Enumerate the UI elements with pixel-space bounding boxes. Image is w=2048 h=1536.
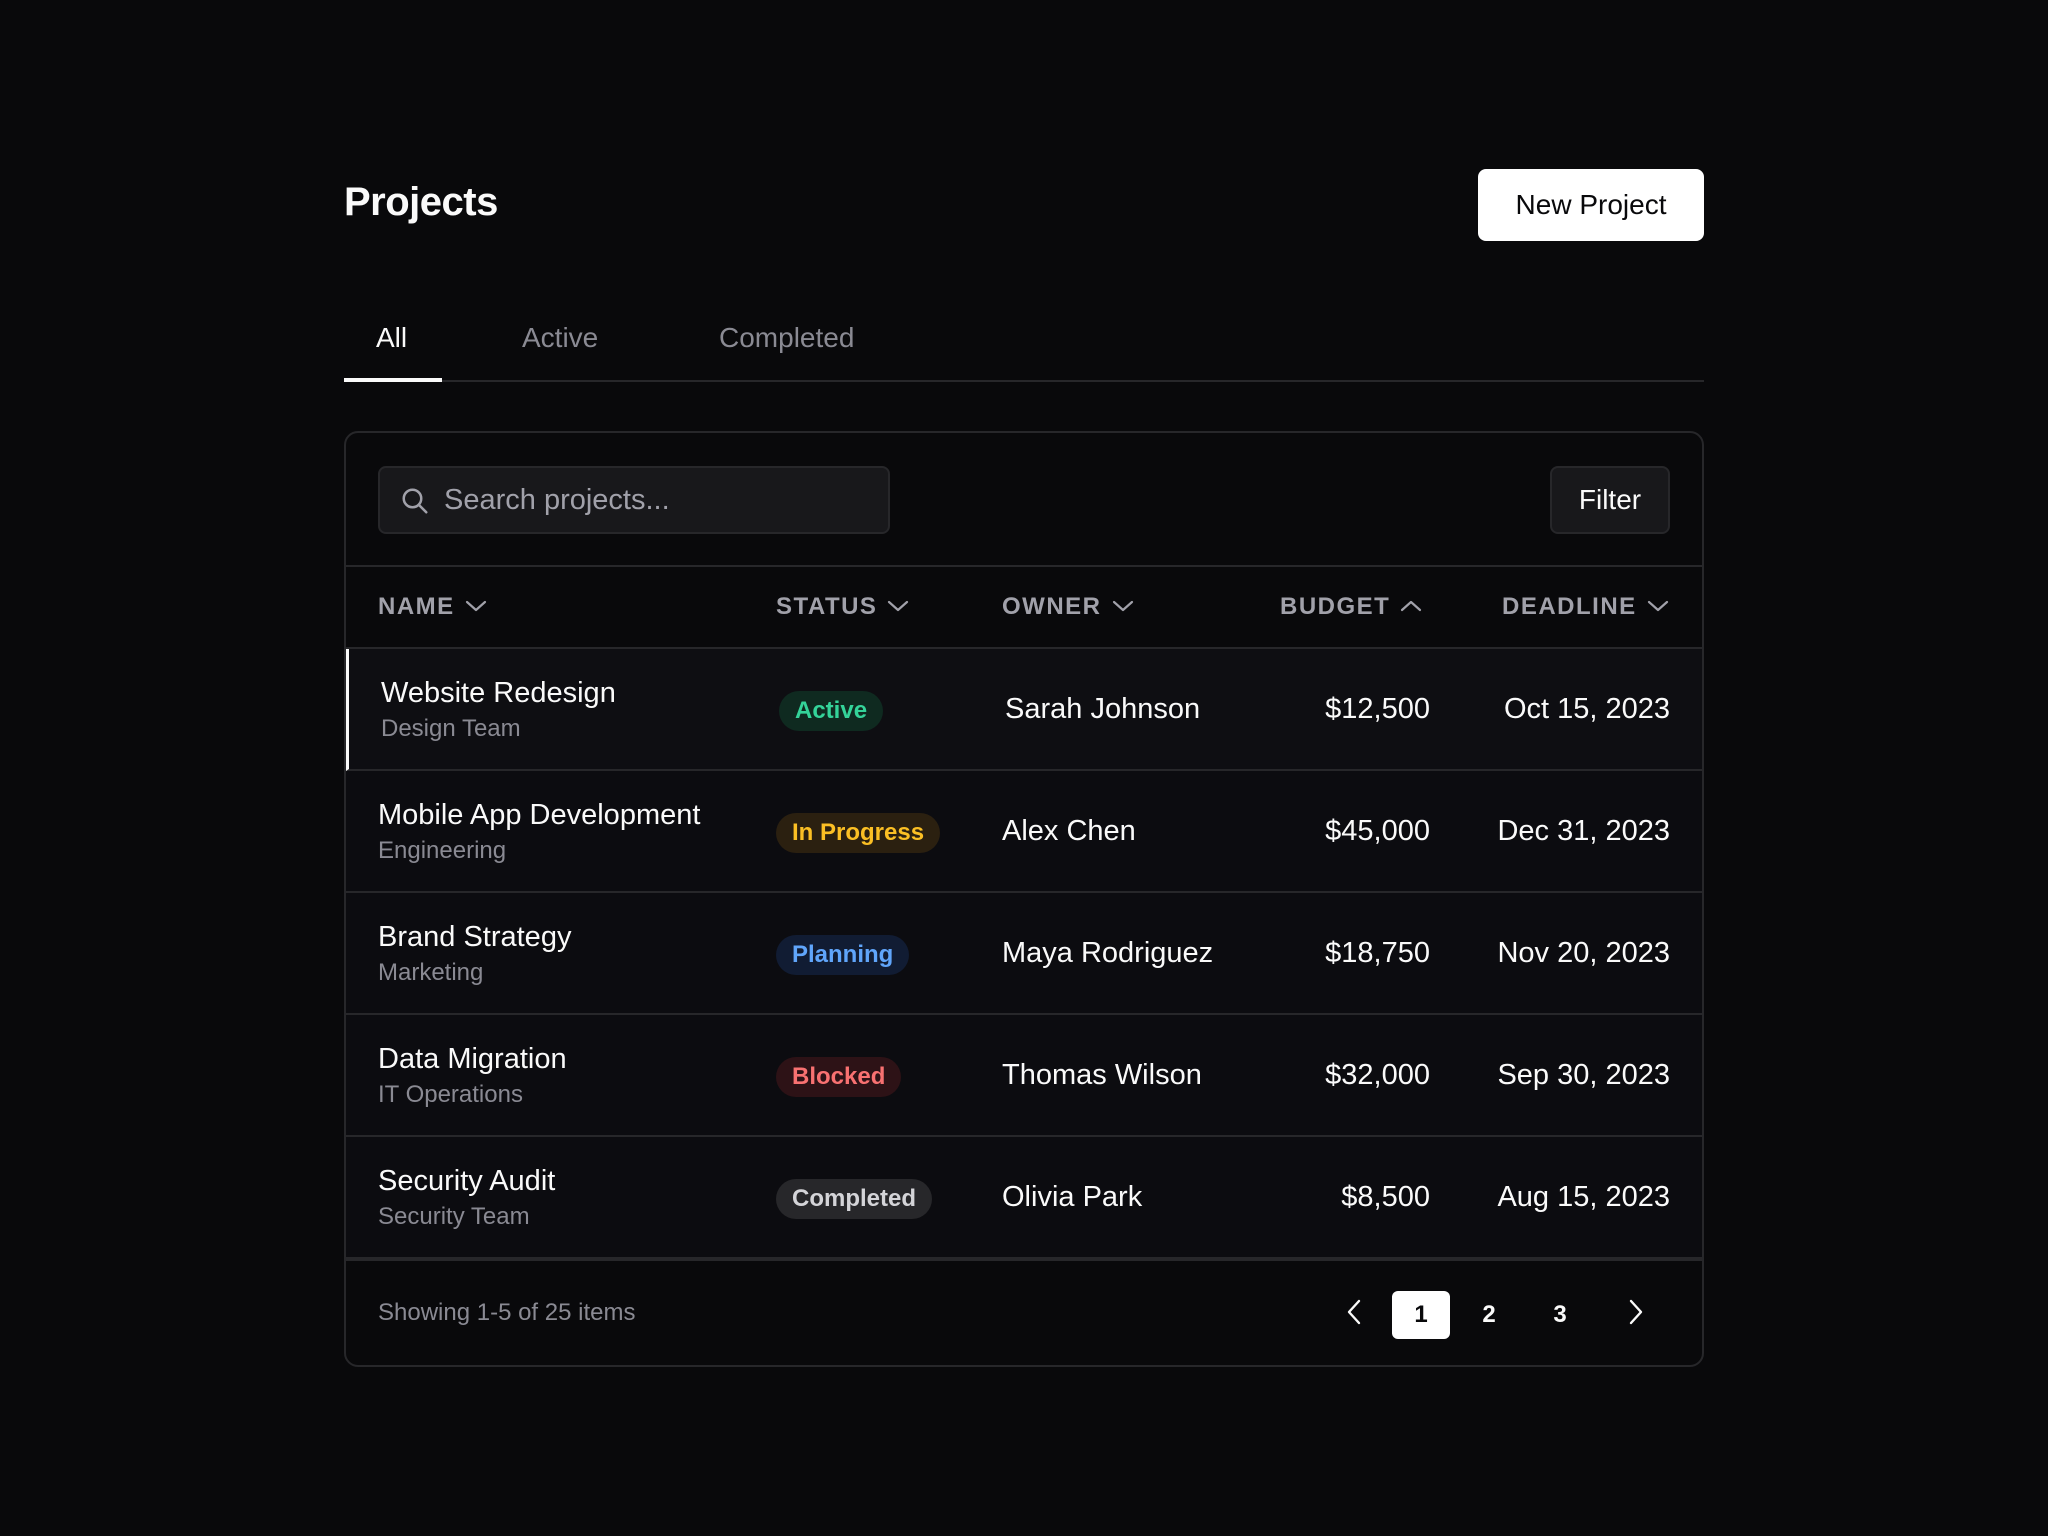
column-label-status: STATUS [776, 593, 878, 620]
tab-active[interactable]: Active [522, 322, 598, 382]
project-owner: Olivia Park [1002, 1181, 1143, 1213]
tab-bar: All Active Completed [344, 308, 1704, 382]
table-row[interactable]: Brand Strategy Marketing Planning Maya R… [346, 893, 1702, 1015]
project-deadline: Dec 31, 2023 [1497, 815, 1670, 847]
project-name: Brand Strategy [378, 921, 572, 953]
new-project-button[interactable]: New Project [1478, 169, 1704, 241]
column-header-budget[interactable]: BUDGET [1280, 567, 1422, 647]
table-row[interactable]: Security Audit Security Team Completed O… [346, 1137, 1702, 1259]
active-tab-indicator [344, 378, 442, 382]
project-team: IT Operations [378, 1081, 523, 1108]
chevron-down-icon [465, 600, 486, 611]
projects-page: Projects New Project All Active Complete… [344, 0, 1704, 1536]
project-name: Data Migration [378, 1043, 567, 1075]
table-row[interactable]: Mobile App Development Engineering In Pr… [346, 771, 1702, 893]
project-team: Engineering [378, 837, 507, 864]
project-name: Website Redesign [381, 677, 616, 709]
project-budget: $8,500 [1341, 1181, 1430, 1213]
status-badge: In Progress [776, 813, 941, 853]
pagination-summary: Showing 1-5 of 25 items [378, 1299, 636, 1326]
column-header-owner[interactable]: OWNER [1002, 567, 1134, 647]
page-button-2[interactable]: 2 [1460, 1291, 1518, 1339]
tab-completed[interactable]: Completed [719, 322, 854, 382]
status-badge: Completed [776, 1179, 933, 1219]
page-button-1[interactable]: 1 [1392, 1291, 1450, 1339]
column-label-name: NAME [378, 593, 455, 620]
project-deadline: Nov 20, 2023 [1497, 937, 1670, 969]
chevron-right-icon [1629, 1299, 1643, 1324]
project-owner: Alex Chen [1002, 815, 1136, 847]
page-button-3[interactable]: 3 [1531, 1291, 1589, 1339]
project-budget: $12,500 [1325, 693, 1430, 725]
table-footer: Showing 1-5 of 25 items 1 2 3 [346, 1259, 1702, 1365]
column-header-status[interactable]: STATUS [776, 567, 909, 647]
previous-page-button[interactable] [1330, 1291, 1378, 1339]
projects-table-card: Filter NAME STATUS OWNER BUDGET DEADLINE… [344, 431, 1704, 1367]
column-label-owner: OWNER [1002, 593, 1102, 620]
project-owner: Thomas Wilson [1002, 1059, 1202, 1091]
project-team: Security Team [378, 1203, 530, 1230]
chevron-down-icon [888, 600, 909, 611]
column-header-deadline[interactable]: DEADLINE [1502, 567, 1669, 647]
pagination: 1 2 3 [1330, 1291, 1670, 1339]
project-team: Marketing [378, 959, 484, 986]
table-header: NAME STATUS OWNER BUDGET DEADLINE [346, 567, 1702, 649]
chevron-down-icon [1112, 600, 1133, 611]
page-title: Projects [344, 180, 498, 224]
project-budget: $32,000 [1325, 1059, 1430, 1091]
table-row[interactable]: Website Redesign Design Team Active Sara… [346, 649, 1702, 771]
project-name: Mobile App Development [378, 799, 701, 831]
project-deadline: Aug 15, 2023 [1497, 1181, 1670, 1213]
project-owner: Maya Rodriguez [1002, 937, 1214, 969]
search-box[interactable] [378, 466, 890, 534]
column-header-name[interactable]: NAME [378, 567, 487, 647]
project-team: Design Team [381, 715, 521, 742]
project-budget: $18,750 [1325, 937, 1430, 969]
chevron-down-icon [1647, 600, 1668, 611]
column-label-budget: BUDGET [1280, 593, 1391, 620]
project-owner: Sarah Johnson [1005, 693, 1201, 725]
next-page-button[interactable] [1612, 1291, 1660, 1339]
chevron-left-icon [1347, 1299, 1361, 1324]
column-label-deadline: DEADLINE [1502, 593, 1637, 620]
filter-button[interactable]: Filter [1550, 466, 1670, 534]
tab-all[interactable]: All [376, 322, 407, 382]
project-deadline: Oct 15, 2023 [1503, 693, 1670, 725]
project-deadline: Sep 30, 2023 [1497, 1059, 1670, 1091]
table-toolbar: Filter [346, 433, 1702, 567]
search-input[interactable] [444, 468, 884, 532]
status-badge: Blocked [776, 1057, 902, 1097]
project-name: Security Audit [378, 1165, 556, 1197]
page-header: Projects New Project [344, 168, 1704, 241]
project-budget: $45,000 [1325, 815, 1430, 847]
status-badge: Active [779, 691, 884, 731]
table-row[interactable]: Data Migration IT Operations Blocked Tho… [346, 1015, 1702, 1137]
chevron-up-icon [1401, 600, 1422, 611]
search-icon [402, 488, 428, 514]
status-badge: Planning [776, 935, 910, 975]
